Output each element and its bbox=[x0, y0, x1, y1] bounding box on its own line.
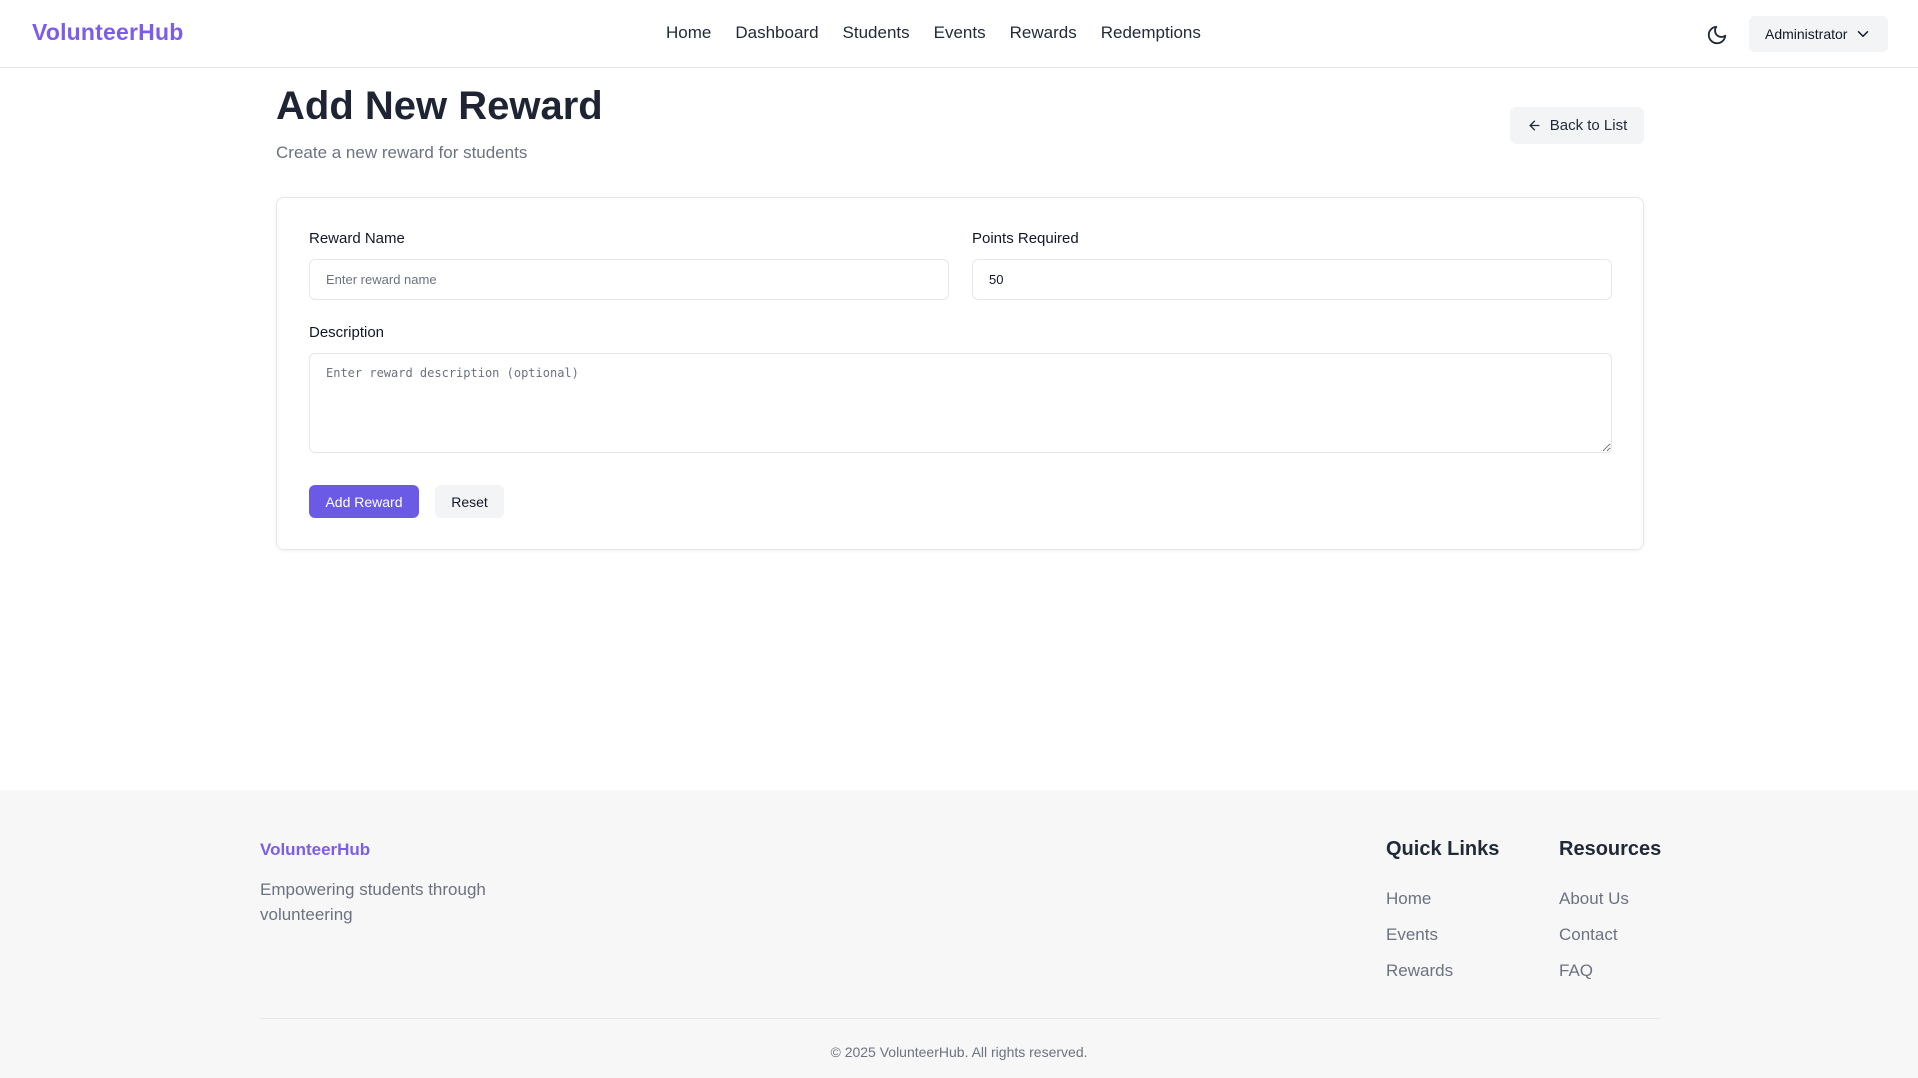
reward-name-label: Reward Name bbox=[309, 230, 405, 247]
nav-rewards[interactable]: Rewards bbox=[1010, 23, 1077, 43]
quick-links-heading: Quick Links bbox=[1386, 838, 1500, 860]
footer-link-contact[interactable]: Contact bbox=[1559, 925, 1618, 945]
theme-toggle-button[interactable] bbox=[1703, 21, 1731, 49]
resources-heading: Resources bbox=[1559, 838, 1662, 860]
footer-brand: VolunteerHub bbox=[260, 840, 371, 859]
main-nav: Home Dashboard Students Events Rewards R… bbox=[666, 23, 1201, 43]
chevron-down-icon bbox=[1857, 31, 1869, 37]
nav-home[interactable]: Home bbox=[666, 23, 711, 43]
site-footer: VolunteerHub Empowering students through… bbox=[0, 790, 1918, 1078]
back-to-list-button[interactable]: Back to List bbox=[1510, 107, 1644, 144]
reward-name-input[interactable] bbox=[309, 259, 949, 300]
nav-redemptions[interactable]: Redemptions bbox=[1101, 23, 1201, 43]
nav-dashboard[interactable]: Dashboard bbox=[735, 23, 818, 43]
arrow-left-icon bbox=[1529, 120, 1540, 131]
description-label: Description bbox=[309, 324, 385, 341]
back-to-list-label: Back to List bbox=[1549, 117, 1628, 134]
footer-divider bbox=[260, 1018, 1660, 1019]
nav-events[interactable]: Events bbox=[934, 23, 986, 43]
footer-tagline: Empowering students through volunteering bbox=[260, 880, 486, 924]
nav-students[interactable]: Students bbox=[843, 23, 910, 43]
page-title: Add New Reward bbox=[276, 84, 603, 128]
user-menu-label: Administrator bbox=[1765, 26, 1848, 42]
page-subtitle: Create a new reward for students bbox=[276, 143, 528, 162]
reset-button[interactable]: Reset bbox=[435, 485, 504, 518]
top-navbar: VolunteerHub Home Dashboard Students Eve… bbox=[0, 0, 1918, 68]
moon-icon bbox=[1707, 25, 1727, 45]
add-reward-form-card: Reward Name Points Required Description … bbox=[276, 197, 1644, 550]
footer-link-about-us[interactable]: About Us bbox=[1559, 889, 1629, 909]
brand-logo[interactable]: VolunteerHub bbox=[32, 19, 183, 46]
footer-link-rewards[interactable]: Rewards bbox=[1386, 961, 1453, 981]
points-required-input[interactable] bbox=[972, 259, 1612, 300]
points-required-label: Points Required bbox=[972, 230, 1079, 247]
user-menu-dropdown[interactable]: Administrator bbox=[1749, 16, 1888, 52]
add-reward-button[interactable]: Add Reward bbox=[309, 485, 419, 518]
footer-link-events[interactable]: Events bbox=[1386, 925, 1438, 945]
footer-link-home[interactable]: Home bbox=[1386, 889, 1431, 909]
footer-copyright: © 2025 VolunteerHub. All rights reserved… bbox=[830, 1044, 1088, 1060]
description-textarea[interactable] bbox=[309, 353, 1612, 453]
footer-link-faq[interactable]: FAQ bbox=[1559, 961, 1593, 981]
